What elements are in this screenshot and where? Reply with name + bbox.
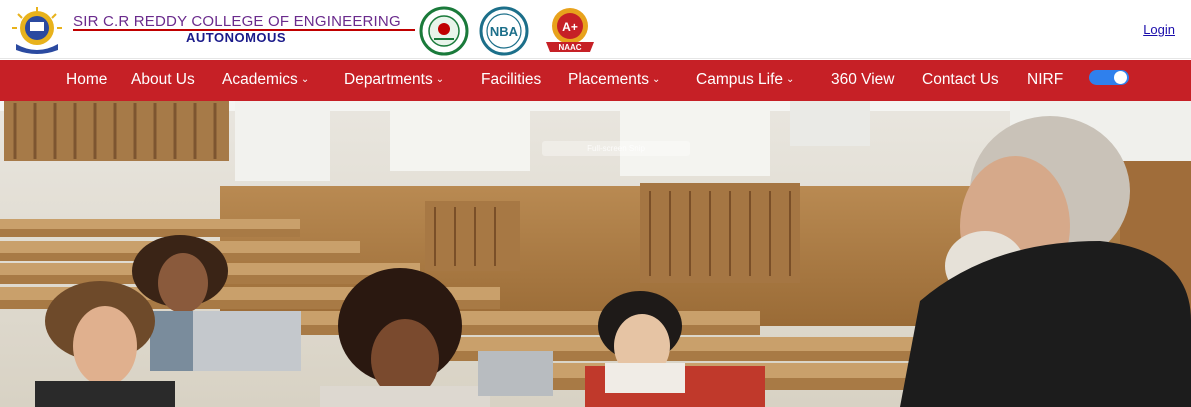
nav-label: Academics (222, 71, 298, 88)
nav-label: Placements (568, 71, 649, 88)
nba-seal-icon: NBA (479, 6, 529, 56)
nav-contact-us[interactable]: Contact Us (922, 71, 999, 89)
login-link[interactable]: Login (1143, 22, 1175, 37)
nav-campus-life[interactable]: Campus Life ⌄ (696, 71, 794, 89)
nav-placements[interactable]: Placements ⌄ (568, 71, 660, 89)
nav-label: Facilities (481, 71, 542, 88)
nav-label: NIRF (1027, 71, 1064, 88)
nav-label: Contact Us (922, 71, 999, 88)
nav-academics[interactable]: Academics ⌄ (222, 71, 309, 89)
caret-down-icon: ⌄ (651, 74, 661, 85)
theme-toggle-switch[interactable] (1089, 70, 1129, 85)
nav-home[interactable]: Home (66, 71, 107, 89)
hero-banner-image[interactable]: Full-screen Snip (0, 101, 1191, 407)
nav-label: Departments (344, 71, 433, 88)
college-name[interactable]: SIR C.R REDDY COLLEGE OF ENGINEERING (73, 13, 401, 30)
nav-label: About Us (131, 71, 195, 88)
nav-label: 360 View (831, 71, 895, 88)
fullscreen-snip-hint[interactable]: Full-screen Snip (542, 141, 690, 156)
nav-label: Campus Life (696, 71, 784, 88)
caret-down-icon: ⌄ (786, 74, 795, 85)
nav-about-us[interactable]: About Us (131, 71, 195, 89)
nav-label: Home (66, 71, 108, 88)
college-autonomous-label: AUTONOMOUS (186, 30, 287, 45)
college-emblem-icon[interactable] (8, 6, 66, 54)
nav-360-view[interactable]: 360 View (831, 71, 894, 89)
nav-nirf[interactable]: NIRF (1027, 71, 1063, 89)
nba-seal-text: NBA (490, 24, 519, 39)
jntu-seal-icon (419, 6, 469, 56)
naac-label-text: NAAC (558, 43, 581, 52)
main-navbar: Home About Us Academics ⌄ Departments ⌄ Fa… (0, 60, 1191, 101)
nav-departments[interactable]: Departments ⌄ (344, 71, 444, 89)
nav-facilities[interactable]: Facilities (481, 71, 541, 89)
caret-down-icon: ⌄ (435, 74, 445, 85)
caret-down-icon: ⌄ (300, 74, 310, 85)
naac-badge-icon: A+ NAAC (546, 8, 594, 52)
top-header: SIR C.R REDDY COLLEGE OF ENGINEERING AUT… (0, 0, 1191, 59)
toggle-knob (1114, 71, 1127, 84)
naac-grade-text: A+ (562, 20, 578, 34)
